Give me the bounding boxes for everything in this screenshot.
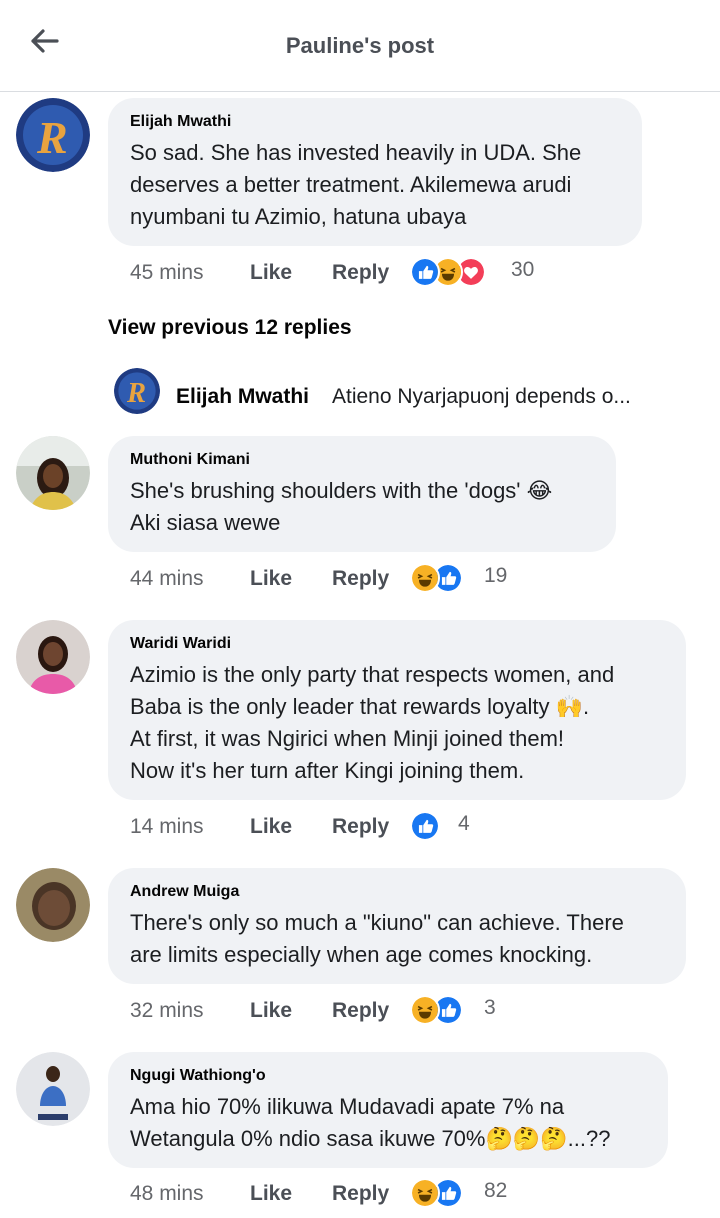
- reply-text: Atieno Nyarjapuonj depends o...: [332, 385, 631, 408]
- comment-author[interactable]: Elijah Mwathi: [130, 113, 620, 131]
- haha-icon[interactable]: [410, 563, 440, 593]
- like-icon[interactable]: [410, 811, 440, 841]
- view-previous-replies-link[interactable]: View previous 12 replies: [108, 316, 352, 340]
- haha-icon[interactable]: [410, 995, 440, 1025]
- comment-text: Ama hio 70% ilikuwa Mudavadi apate 7% na…: [130, 1094, 611, 1151]
- avatar[interactable]: [16, 620, 90, 694]
- avatar[interactable]: [16, 436, 90, 510]
- comment-author[interactable]: Andrew Muiga: [130, 883, 664, 901]
- svg-text:R: R: [126, 378, 146, 409]
- comment-author[interactable]: Ngugi Wathiong'o: [130, 1067, 646, 1085]
- comment-actions: 44 mins Like Reply 19: [130, 563, 690, 597]
- comment-actions: 45 mins Like Reply 30: [130, 257, 690, 291]
- reply-button[interactable]: Reply: [332, 567, 389, 591]
- comment-time: 45 mins: [130, 261, 204, 284]
- svg-text:R: R: [36, 112, 68, 163]
- reply-button[interactable]: Reply: [332, 1182, 389, 1206]
- comment-bubble: Waridi Waridi Azimio is the only party t…: [108, 620, 686, 800]
- page-title: Pauline's post: [285, 33, 435, 58]
- comment-author[interactable]: Muthoni Kimani: [130, 451, 594, 469]
- reaction-count[interactable]: 19: [484, 564, 507, 588]
- haha-icon[interactable]: [410, 1178, 440, 1208]
- comment-time: 14 mins: [130, 815, 204, 838]
- comment-time: 44 mins: [130, 567, 204, 590]
- like-button[interactable]: Like: [250, 567, 292, 591]
- comment-text: So sad. She has invested heavily in UDA.…: [130, 140, 582, 229]
- comment-time: 48 mins: [130, 1182, 204, 1205]
- comment-actions: 14 mins Like Reply 4: [130, 811, 690, 845]
- comment-actions: 32 mins Like Reply 3: [130, 995, 690, 1029]
- reaction-count[interactable]: 3: [484, 996, 496, 1020]
- comment-text: Azimio is the only party that respects w…: [130, 662, 615, 783]
- comment-bubble: Muthoni Kimani She's brushing shoulders …: [108, 436, 616, 552]
- avatar[interactable]: R: [16, 98, 90, 172]
- comment-bubble: Ngugi Wathiong'o Ama hio 70% ilikuwa Mud…: [108, 1052, 668, 1168]
- avatar[interactable]: [16, 868, 90, 942]
- reply-preview[interactable]: R Elijah Mwathi Atieno Nyarjapuonj depen…: [114, 368, 714, 414]
- reaction-count[interactable]: 4: [458, 812, 470, 836]
- avatar: R: [114, 368, 160, 414]
- reaction-count[interactable]: 82: [484, 1179, 507, 1203]
- reply-button[interactable]: Reply: [332, 999, 389, 1023]
- like-button[interactable]: Like: [250, 261, 292, 285]
- comment-time: 32 mins: [130, 999, 204, 1022]
- comment-bubble: Andrew Muiga There's only so much a "kiu…: [108, 868, 686, 984]
- like-icon[interactable]: [410, 257, 440, 287]
- top-bar: Pauline's post: [0, 0, 720, 92]
- like-button[interactable]: Like: [250, 815, 292, 839]
- like-button[interactable]: Like: [250, 1182, 292, 1206]
- reply-button[interactable]: Reply: [332, 261, 389, 285]
- comment-text: She's brushing shoulders with the 'dogs'…: [130, 478, 553, 535]
- comment-actions: 48 mins Like Reply 82: [130, 1178, 690, 1212]
- reply-author[interactable]: Elijah Mwathi: [176, 385, 309, 409]
- comment-bubble: Elijah Mwathi So sad. She has invested h…: [108, 98, 642, 246]
- like-button[interactable]: Like: [250, 999, 292, 1023]
- comment-text: There's only so much a "kiuno" can achie…: [130, 910, 624, 967]
- reply-button[interactable]: Reply: [332, 815, 389, 839]
- avatar[interactable]: [16, 1052, 90, 1126]
- reaction-count[interactable]: 30: [511, 258, 534, 282]
- comment-author[interactable]: Waridi Waridi: [130, 635, 664, 653]
